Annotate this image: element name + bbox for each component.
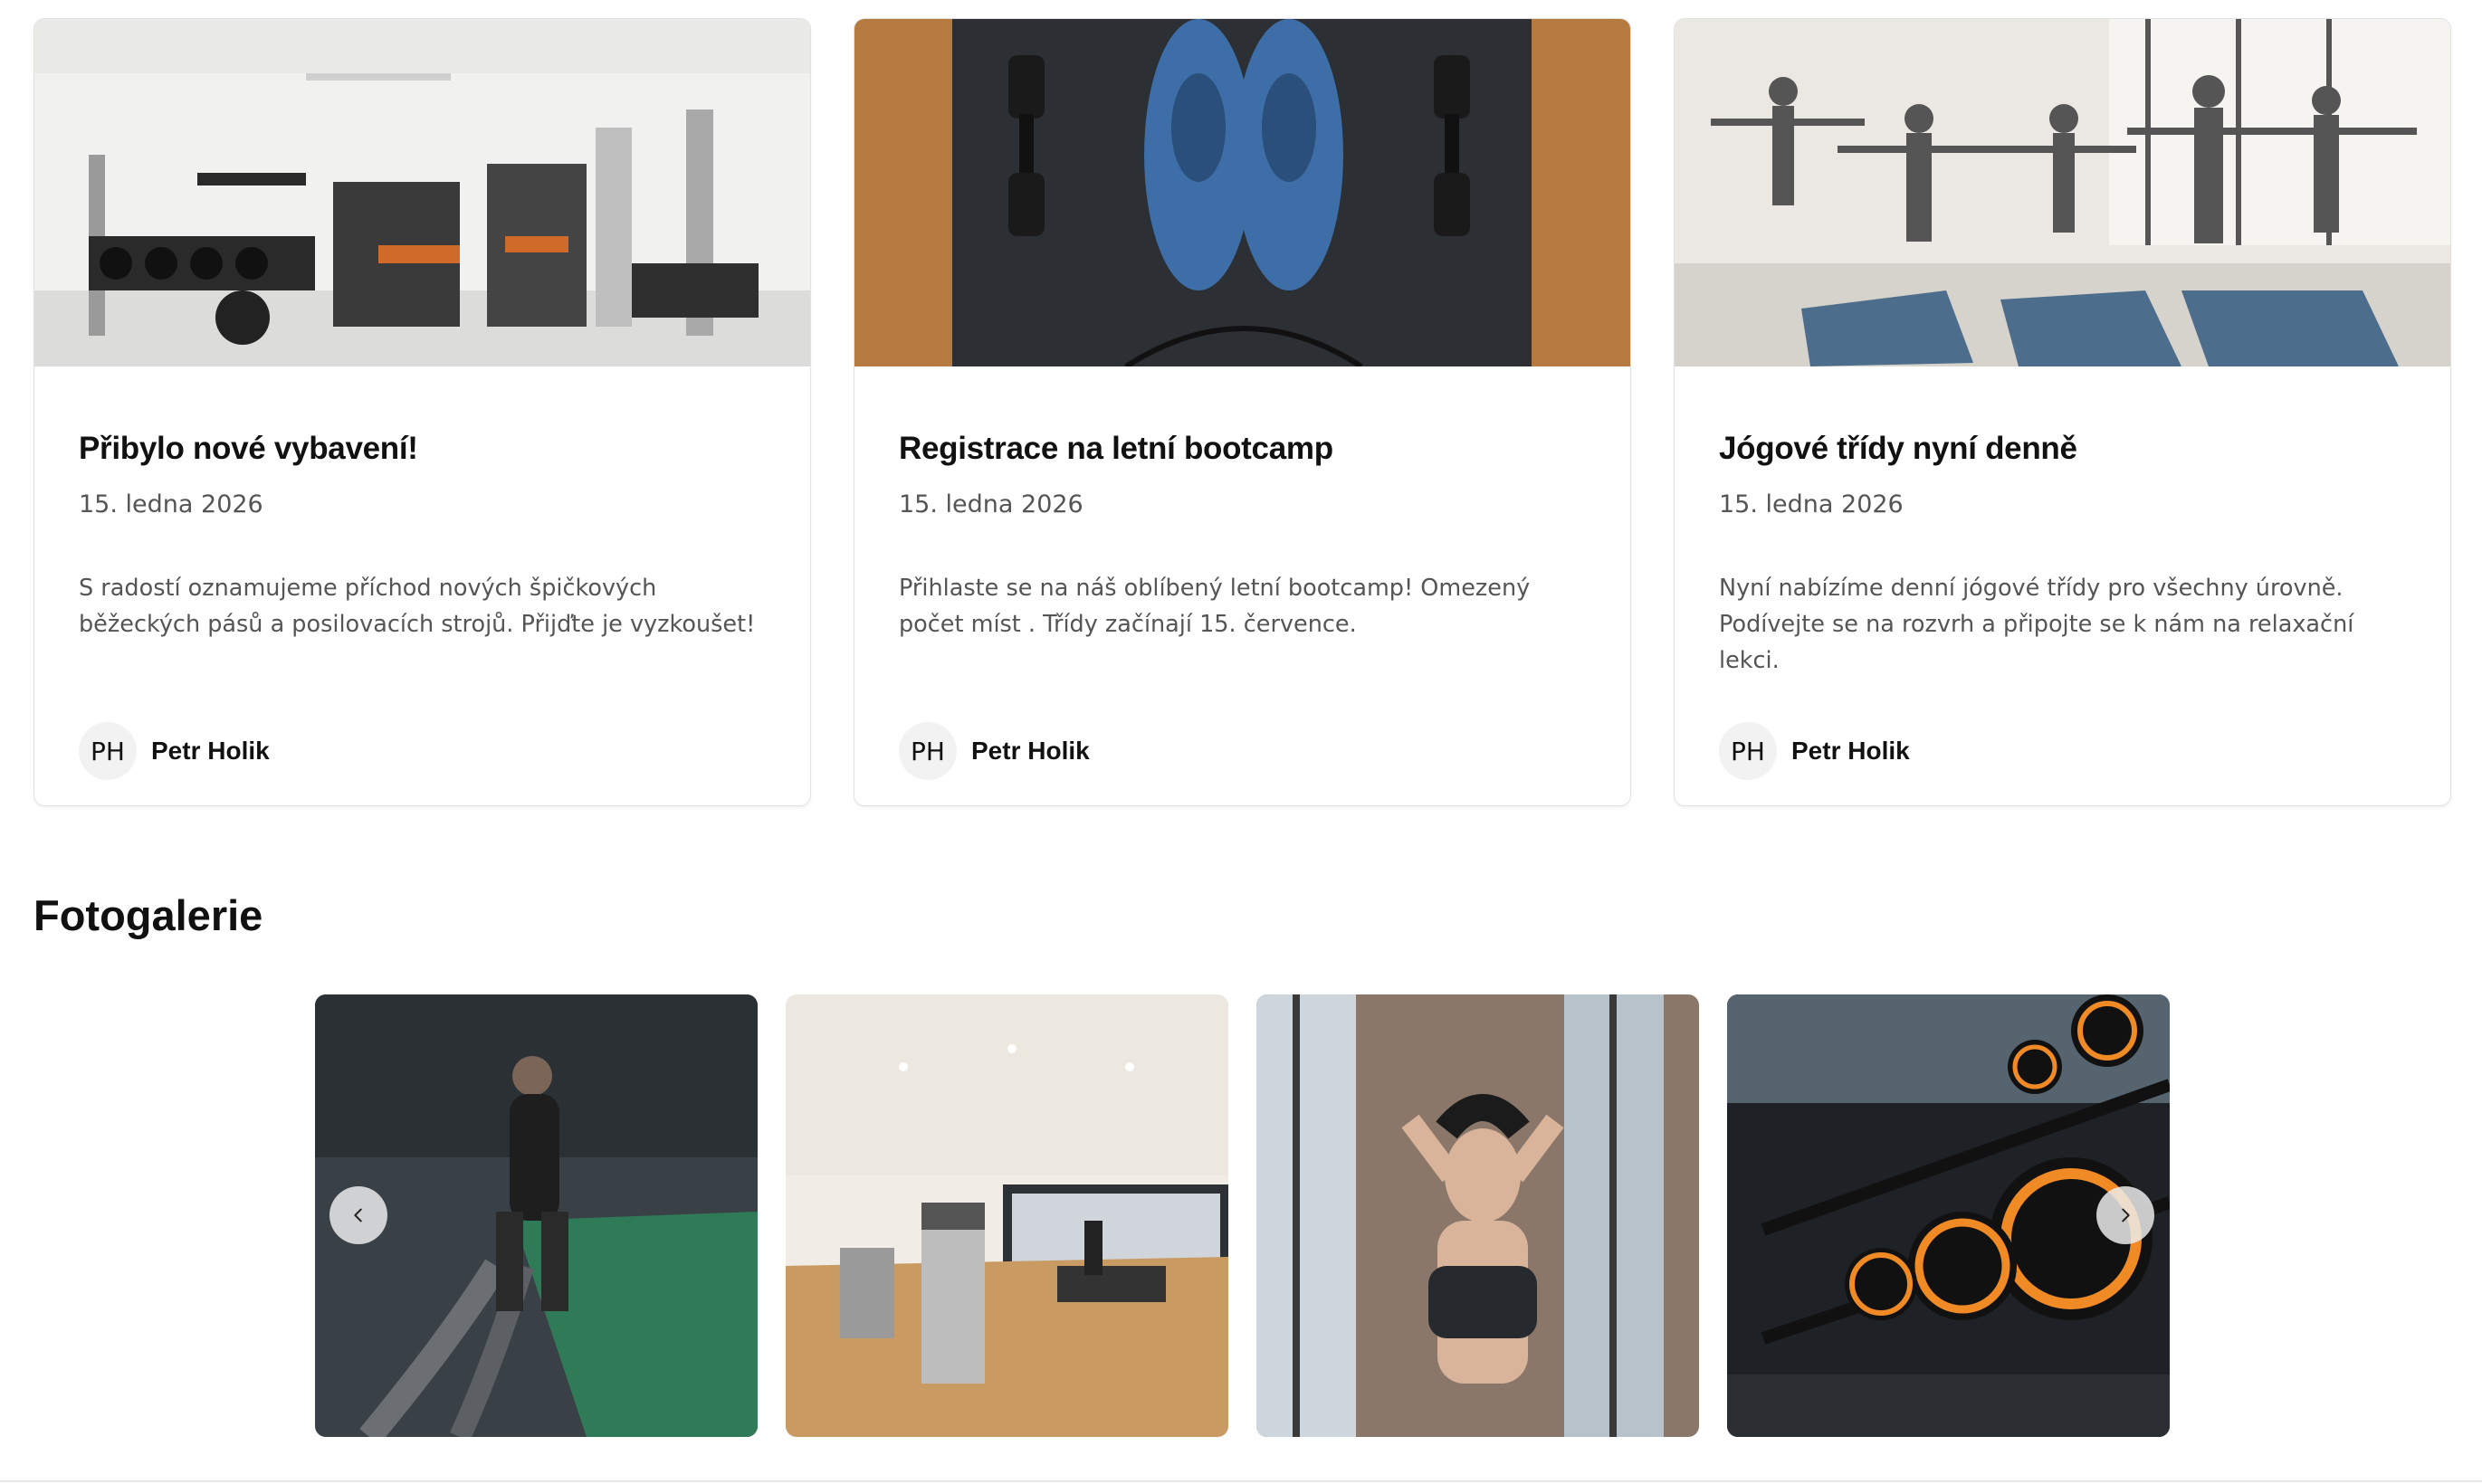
news-card-title[interactable]: Přibylo nové vybavení!: [79, 431, 418, 467]
author-name: Petr Holik: [1791, 737, 1910, 765]
news-card-author: PH Petr Holik: [899, 722, 1090, 780]
avatar: PH: [899, 722, 957, 780]
news-card-author: PH Petr Holik: [79, 722, 270, 780]
news-card-excerpt: S radostí oznamujeme příchod nových špič…: [79, 575, 756, 638]
avatar: PH: [79, 722, 137, 780]
news-card[interactable]: Registrace na letní bootcamp 15. ledna 2…: [854, 18, 1631, 806]
news-card-image-yoga-class: [1675, 19, 2450, 366]
news-card-author: PH Petr Holik: [1719, 722, 1910, 780]
news-card-image-gym-equipment: [34, 19, 810, 366]
gallery-photo-woman-stretching[interactable]: [1256, 994, 1699, 1437]
author-name: Petr Holik: [151, 737, 270, 765]
avatar: PH: [1719, 722, 1777, 780]
news-card-title[interactable]: Jógové třídy nyní denně: [1719, 431, 2077, 467]
news-card[interactable]: Přibylo nové vybavení! 15. ledna 2026 S …: [33, 18, 811, 806]
gallery-prev-button[interactable]: [329, 1186, 387, 1244]
news-cards: Přibylo nové vybavení! 15. ledna 2026 S …: [33, 18, 2451, 806]
photo-gallery-carousel[interactable]: [315, 994, 2170, 1437]
news-card-excerpt: Přihlaste se na náš oblíbený letní bootc…: [899, 575, 1531, 638]
author-name: Petr Holik: [971, 737, 1090, 765]
news-card-title[interactable]: Registrace na letní bootcamp: [899, 431, 1333, 467]
news-card-date: 15. ledna 2026: [1719, 490, 1904, 518]
news-card-date: 15. ledna 2026: [79, 490, 263, 518]
gallery-photo-gym-interior[interactable]: [786, 994, 1228, 1437]
gallery-next-button[interactable]: [2096, 1186, 2154, 1244]
news-card[interactable]: Jógové třídy nyní denně 15. ledna 2026 N…: [1674, 18, 2451, 806]
section-divider: [0, 1480, 2482, 1482]
chevron-right-icon: [2122, 1208, 2130, 1222]
news-card-date: 15. ledna 2026: [899, 490, 1083, 518]
news-card-excerpt: Nyní nabízíme denní jógové třídy pro vše…: [1719, 575, 2354, 674]
news-card-image-dumbbells-shoes: [854, 19, 1630, 366]
gallery-title: Fotogalerie: [33, 891, 263, 939]
chevron-left-icon: [354, 1208, 362, 1222]
